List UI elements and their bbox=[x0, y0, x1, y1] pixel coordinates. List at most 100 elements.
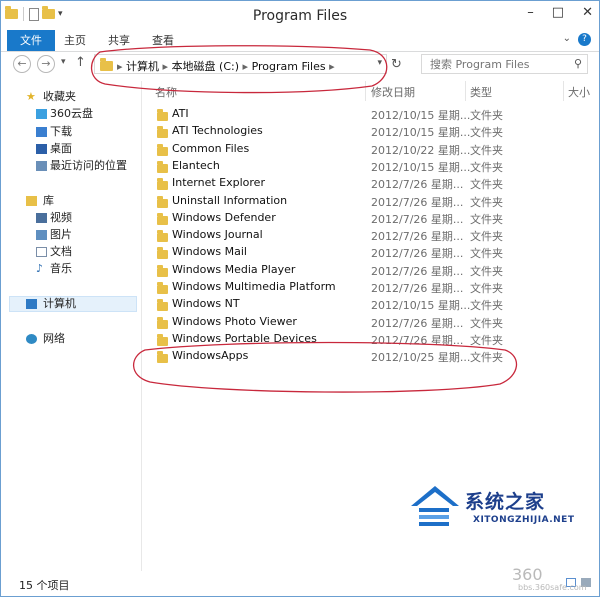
folder-icon bbox=[157, 109, 168, 124]
column-header-type[interactable]: 类型 bbox=[470, 84, 492, 100]
file-type: 文件夹 bbox=[470, 299, 503, 313]
navigation-bar: ← → ▾ ↑ ▸ 计算机 ▸ 本地磁盘 (C:) ▸ Program File… bbox=[1, 52, 599, 78]
file-date: 2012/10/15 星期... bbox=[371, 109, 471, 122]
file-name: ATI Technologies bbox=[172, 124, 263, 138]
file-row[interactable]: Windows Media Player 2012/7/26 星期... 文件夹 bbox=[151, 262, 571, 279]
nav-network[interactable]: 网络 bbox=[26, 331, 65, 347]
breadcrumb-computer[interactable]: 计算机 bbox=[126, 60, 159, 73]
divider[interactable] bbox=[365, 81, 366, 101]
help-icon[interactable]: ? bbox=[578, 33, 591, 46]
file-type: 文件夹 bbox=[470, 195, 503, 209]
search-input[interactable] bbox=[428, 57, 572, 72]
file-date: 2012/7/26 星期... bbox=[371, 195, 464, 209]
file-row[interactable]: Windows Portable Devices 2012/7/26 星期... 文… bbox=[151, 331, 571, 348]
file-row[interactable]: Common Files 2012/10/22 星期... 文件夹 bbox=[151, 141, 571, 158]
maximize-icon[interactable]: □ bbox=[552, 5, 564, 20]
file-row[interactable]: Uninstall Information 2012/7/26 星期... 文件夹 bbox=[151, 193, 571, 210]
tab-home[interactable]: 主页 bbox=[57, 30, 93, 51]
folder-icon bbox=[157, 160, 168, 176]
recent-locations-icon[interactable]: ▾ bbox=[61, 57, 66, 67]
file-type: 文件夹 bbox=[470, 178, 503, 192]
forward-icon[interactable]: → bbox=[37, 55, 55, 73]
file-name: Windows NT bbox=[172, 297, 240, 311]
folder-icon bbox=[100, 58, 113, 71]
divider[interactable] bbox=[563, 81, 564, 101]
file-row[interactable]: Windows Journal 2012/7/26 星期... 文件夹 bbox=[151, 227, 571, 244]
tab-view[interactable]: 查看 bbox=[145, 30, 181, 51]
star-icon: ★ bbox=[26, 90, 36, 103]
file-row[interactable]: ATI 2012/10/15 星期... 文件夹 bbox=[151, 106, 571, 123]
folder-icon bbox=[157, 247, 168, 262]
file-date: 2012/10/15 星期... bbox=[371, 160, 471, 174]
file-row[interactable]: Elantech 2012/10/15 星期... 文件夹 bbox=[151, 158, 571, 175]
file-date: 2012/10/15 星期... bbox=[371, 299, 471, 313]
breadcrumb-local-disk[interactable]: 本地磁盘 (C:) bbox=[172, 60, 239, 73]
computer-icon bbox=[26, 299, 37, 309]
breadcrumb-program-files[interactable]: Program Files bbox=[252, 60, 326, 73]
address-dropdown-icon[interactable]: ▾ bbox=[377, 58, 382, 68]
file-row[interactable]: Windows Defender 2012/7/26 星期... 文件夹 bbox=[151, 210, 571, 227]
tab-file[interactable]: 文件 bbox=[7, 30, 55, 51]
back-icon[interactable]: ← bbox=[13, 55, 31, 73]
column-header-date[interactable]: 修改日期 bbox=[371, 84, 415, 100]
file-type: 文件夹 bbox=[470, 282, 503, 295]
breadcrumb: ▸ 计算机 ▸ 本地磁盘 (C:) ▸ Program Files ▸ bbox=[117, 60, 335, 73]
nav-favorites[interactable]: ★ 收藏夹 bbox=[26, 89, 76, 105]
file-row[interactable]: Windows Photo Viewer 2012/7/26 星期... 文件夹 bbox=[151, 314, 571, 331]
nav-item-desktop[interactable]: 桌面 bbox=[36, 141, 72, 157]
watermark-logo: 系统之家 XITONGZHIJIA.NET bbox=[403, 478, 578, 538]
nav-item-recent-places[interactable]: 最近访问的位置 bbox=[36, 158, 127, 174]
divider[interactable] bbox=[465, 81, 466, 101]
search-box[interactable]: ⚲ bbox=[421, 54, 588, 74]
file-row[interactable]: WindowsApps 2012/10/25 星期... 文件夹 bbox=[151, 348, 571, 365]
file-name: Windows Defender bbox=[172, 210, 276, 224]
download-icon bbox=[36, 127, 47, 137]
file-row[interactable]: ATI Technologies 2012/10/15 星期... 文件夹 bbox=[151, 123, 571, 140]
file-row[interactable]: Windows Multimedia Platform 2012/7/26 星期.… bbox=[151, 279, 571, 296]
file-name: Common Files bbox=[172, 141, 250, 155]
file-date: 2012/10/25 星期... bbox=[371, 351, 471, 365]
file-type: 文件夹 bbox=[470, 264, 503, 278]
file-date: 2012/7/26 星期... bbox=[371, 333, 464, 347]
column-header-name[interactable]: 名称 bbox=[155, 84, 177, 100]
cloud-icon bbox=[36, 109, 47, 119]
column-header-size[interactable]: 大小 bbox=[568, 84, 590, 100]
up-icon[interactable]: ↑ bbox=[75, 55, 86, 70]
address-bar[interactable]: ▸ 计算机 ▸ 本地磁盘 (C:) ▸ Program Files ▸ ▾ bbox=[94, 54, 387, 74]
file-date: 2012/7/26 星期... bbox=[371, 212, 464, 226]
file-row[interactable]: Internet Explorer 2012/7/26 星期... 文件夹 bbox=[151, 175, 571, 192]
desktop-icon bbox=[36, 144, 47, 154]
file-type: 文件夹 bbox=[470, 333, 503, 347]
nav-libraries[interactable]: 库 bbox=[26, 193, 54, 209]
house-logo-icon bbox=[411, 486, 459, 526]
nav-item-pictures[interactable]: 图片 bbox=[36, 227, 72, 243]
libraries-icon bbox=[26, 196, 37, 206]
file-type: 文件夹 bbox=[470, 160, 503, 174]
nav-item-downloads[interactable]: 下载 bbox=[36, 124, 72, 140]
search-icon[interactable]: ⚲ bbox=[574, 57, 582, 70]
folder-icon bbox=[157, 230, 168, 245]
refresh-icon[interactable]: ↻ bbox=[391, 57, 402, 72]
file-row[interactable]: Windows Mail 2012/7/26 星期... 文件夹 bbox=[151, 244, 571, 261]
nav-item-music[interactable]: ♪ 音乐 bbox=[36, 261, 72, 277]
file-type: 文件夹 bbox=[470, 212, 503, 226]
tab-share[interactable]: 共享 bbox=[101, 30, 137, 51]
file-row[interactable]: Windows NT 2012/10/15 星期... 文件夹 bbox=[151, 296, 571, 313]
expand-ribbon-icon[interactable]: ⌄ bbox=[563, 33, 571, 44]
recent-places-icon bbox=[36, 161, 47, 171]
file-date: 2012/7/26 星期... bbox=[371, 282, 464, 295]
close-icon[interactable]: ✕ bbox=[582, 5, 593, 20]
file-name: Windows Journal bbox=[172, 228, 263, 242]
nav-item-360-cloud[interactable]: 360云盘 bbox=[36, 106, 93, 122]
nav-item-videos[interactable]: 视频 bbox=[36, 210, 72, 226]
nav-computer[interactable]: 计算机 bbox=[26, 296, 76, 312]
pane-splitter[interactable] bbox=[141, 81, 142, 571]
nav-item-documents[interactable]: 文档 bbox=[36, 244, 72, 260]
file-type: 文件夹 bbox=[470, 109, 503, 122]
status-item-count: 15 个项目 bbox=[19, 579, 70, 592]
file-name: WindowsApps bbox=[172, 349, 249, 363]
minimize-icon[interactable]: – bbox=[527, 5, 534, 20]
file-name: Internet Explorer bbox=[172, 176, 265, 190]
folder-icon bbox=[157, 212, 168, 228]
file-type: 文件夹 bbox=[470, 316, 503, 330]
